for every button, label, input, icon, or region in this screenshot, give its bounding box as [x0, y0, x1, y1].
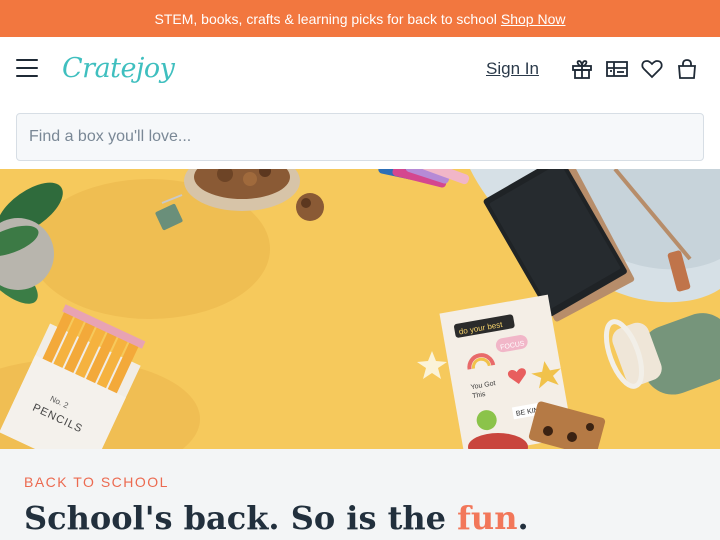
headline-start: School's back. So is the — [24, 499, 458, 537]
site-header: Cratejoy Sign In — [0, 37, 720, 103]
gift-card-icon[interactable] — [605, 57, 629, 81]
promo-text: STEM, books, crafts & learning picks for… — [154, 10, 497, 27]
shopping-bag-icon[interactable] — [675, 57, 699, 81]
logo-text: Cratejoy — [62, 53, 175, 84]
cratejoy-logo[interactable]: Cratejoy — [62, 49, 175, 89]
hero-illustration: do your best FOCUS You Got This BE KIND — [0, 169, 720, 449]
shop-now-link[interactable]: Shop Now — [501, 11, 566, 27]
headline-end: . — [517, 499, 529, 537]
sign-in-link[interactable]: Sign In — [486, 59, 539, 79]
menu-icon[interactable] — [16, 59, 38, 79]
promo-bar: STEM, books, crafts & learning picks for… — [0, 0, 720, 37]
heart-icon[interactable] — [640, 57, 664, 81]
section-headline: School's back. So is the fun. — [24, 499, 529, 537]
hero-image: do your best FOCUS You Got This BE KIND — [0, 169, 720, 449]
gift-icon[interactable] — [570, 57, 594, 81]
search-bar — [16, 113, 704, 161]
search-input[interactable] — [16, 113, 704, 161]
feature-section: BACK TO SCHOOL School's back. So is the … — [0, 449, 720, 540]
headline-accent: fun — [457, 499, 518, 537]
section-eyebrow: BACK TO SCHOOL — [24, 474, 169, 490]
